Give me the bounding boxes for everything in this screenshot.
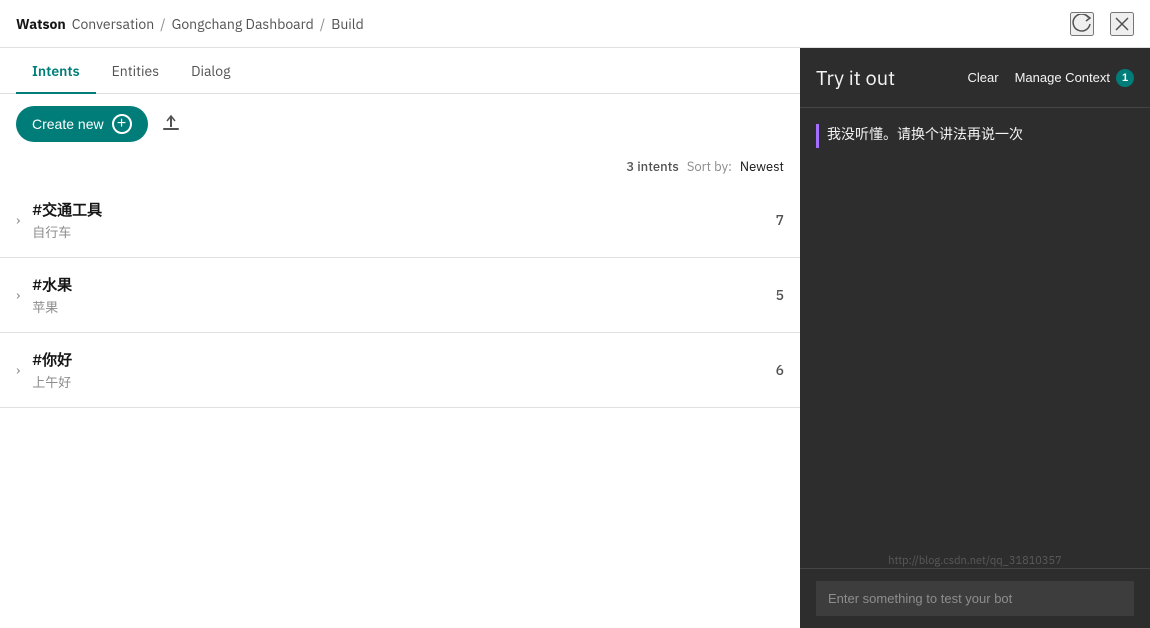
chat-area: 我没听懂。请换个讲法再说一次 <box>800 108 1150 550</box>
intent-count-2: 6 <box>776 361 784 379</box>
tab-intents[interactable]: Intents <box>16 48 96 94</box>
clear-button[interactable]: Clear <box>968 70 999 85</box>
breadcrumb: Watson Conversation / Gongchang Dashboar… <box>16 15 364 33</box>
refresh-button[interactable] <box>1070 12 1094 36</box>
intent-sub-0: 自行车 <box>32 222 775 241</box>
manage-context-label: Manage Context <box>1015 70 1110 85</box>
create-new-button[interactable]: Create new + <box>16 106 148 142</box>
plus-icon: + <box>112 114 132 134</box>
chat-accent-bar <box>816 124 819 148</box>
topnav-actions <box>1070 12 1134 36</box>
manage-context-badge: 1 <box>1116 69 1134 87</box>
sort-value[interactable]: Newest <box>740 158 784 175</box>
tabs: Intents Entities Dialog <box>0 48 800 94</box>
brand-name: Watson <box>16 15 66 33</box>
close-button[interactable] <box>1110 12 1134 36</box>
try-title: Try it out <box>816 64 968 91</box>
chat-text: 我没听懂。请换个讲法再说一次 <box>827 124 1023 145</box>
intent-info-2: #你好 上午好 <box>32 349 775 391</box>
try-header: Try it out Clear Manage Context 1 <box>800 48 1150 108</box>
intent-name-1: #水果 <box>32 274 775 295</box>
separator-2: / <box>320 15 325 33</box>
intent-list: › #交通工具 自行车 7 › #水果 苹果 5 › #你好 上午 <box>0 183 800 628</box>
chevron-icon-2: › <box>16 361 20 379</box>
chevron-icon-0: › <box>16 211 20 229</box>
intent-count-1: 5 <box>776 286 784 304</box>
main-layout: Intents Entities Dialog Create new + 3 i… <box>0 48 1150 628</box>
list-header: 3 intents Sort by: Newest <box>0 154 800 183</box>
intent-name-0: #交通工具 <box>32 199 775 220</box>
intent-sub-2: 上午好 <box>32 372 775 391</box>
watermark: http://blog.csdn.net/qq_31810357 <box>800 550 1150 568</box>
sort-label: Sort by: <box>687 158 732 175</box>
try-input-area <box>800 568 1150 628</box>
tab-entities[interactable]: Entities <box>96 48 175 94</box>
intent-name-2: #你好 <box>32 349 775 370</box>
page-name: Build <box>331 15 364 33</box>
topnav: Watson Conversation / Gongchang Dashboar… <box>0 0 1150 48</box>
intent-count: 3 intents <box>626 158 678 175</box>
left-panel: Intents Entities Dialog Create new + 3 i… <box>0 48 800 628</box>
intent-info-0: #交通工具 自行车 <box>32 199 775 241</box>
app-name: Conversation <box>72 15 154 33</box>
try-input[interactable] <box>816 581 1134 616</box>
chevron-icon-1: › <box>16 286 20 304</box>
chat-message: 我没听懂。请换个讲法再说一次 <box>816 124 1134 148</box>
separator-1: / <box>160 15 165 33</box>
tab-dialog[interactable]: Dialog <box>175 48 246 94</box>
try-it-out-panel: Try it out Clear Manage Context 1 我没听懂。请… <box>800 48 1150 628</box>
manage-context-button[interactable]: Manage Context 1 <box>1015 69 1134 87</box>
intent-info-1: #水果 苹果 <box>32 274 775 316</box>
intent-sub-1: 苹果 <box>32 297 775 316</box>
create-new-label: Create new <box>32 116 104 132</box>
intent-item-0[interactable]: › #交通工具 自行车 7 <box>0 183 800 258</box>
intent-item-1[interactable]: › #水果 苹果 5 <box>0 258 800 333</box>
upload-button[interactable] <box>160 113 182 135</box>
try-actions: Clear Manage Context 1 <box>968 69 1134 87</box>
refresh-icon <box>1072 14 1092 34</box>
workspace-name: Gongchang Dashboard <box>172 15 314 33</box>
intent-count-0: 7 <box>776 211 784 229</box>
close-icon <box>1112 14 1132 34</box>
upload-icon <box>160 113 182 135</box>
toolbar: Create new + <box>0 94 800 154</box>
intent-item-2[interactable]: › #你好 上午好 6 <box>0 333 800 408</box>
